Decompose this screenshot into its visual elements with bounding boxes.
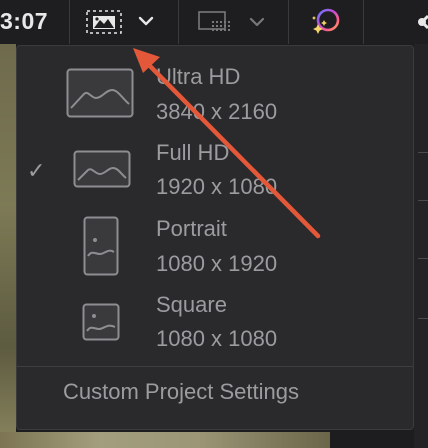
menu-item-full-hd[interactable]: ✓ Full HD 1920 x 1080 <box>17 136 413 202</box>
magic-color-icon <box>312 8 340 34</box>
ruler-tick <box>418 200 428 201</box>
viewer-toolbar: 3:07 <box>0 0 428 44</box>
right-panel <box>414 44 428 448</box>
landscape-large-icon <box>66 68 134 118</box>
item-name: Portrait <box>156 216 227 241</box>
menu-item-square[interactable]: Square 1080 x 1080 <box>17 288 413 358</box>
item-resolution: 3840 x 2160 <box>156 99 278 124</box>
custom-project-settings[interactable]: Custom Project Settings <box>63 379 299 405</box>
ruler-tick <box>418 318 428 319</box>
item-resolution: 1920 x 1080 <box>156 174 278 199</box>
timecode: 3:07 <box>0 8 49 34</box>
background-photo <box>0 44 16 448</box>
menu-divider <box>17 366 413 367</box>
portrait-icon <box>83 216 119 276</box>
landscape-icon <box>73 150 131 188</box>
item-resolution: 1080 x 1080 <box>156 326 278 351</box>
viewer-layout-icon <box>198 11 265 31</box>
ruler-tick <box>418 258 428 259</box>
item-resolution: 1080 x 1920 <box>156 251 278 276</box>
aspect-ratio-menu: Ultra HD 3840 x 2160 ✓ Full HD 1920 x 10… <box>16 45 414 430</box>
toolbar-divider <box>288 0 289 44</box>
item-name: Ultra HD <box>156 64 241 89</box>
viewer-layout-button[interactable] <box>193 6 273 38</box>
item-name: Square <box>156 292 227 317</box>
background-photo-bottom <box>0 432 330 448</box>
checkmark-icon: ✓ <box>27 158 46 183</box>
toolbar-divider <box>363 0 364 44</box>
share-icon[interactable] <box>410 12 428 34</box>
toolbar-divider <box>69 0 70 44</box>
magic-color-button[interactable] <box>303 6 349 38</box>
aspect-ratio-button[interactable] <box>84 6 164 38</box>
item-name: Full HD <box>156 140 230 165</box>
toolbar-divider <box>178 0 179 44</box>
menu-item-portrait[interactable]: Portrait 1080 x 1920 <box>17 210 413 280</box>
square-icon <box>82 303 120 341</box>
landscape-aspect-icon <box>86 10 154 34</box>
ruler-tick <box>418 152 428 153</box>
menu-item-ultra-hd[interactable]: Ultra HD 3840 x 2160 <box>17 52 413 130</box>
